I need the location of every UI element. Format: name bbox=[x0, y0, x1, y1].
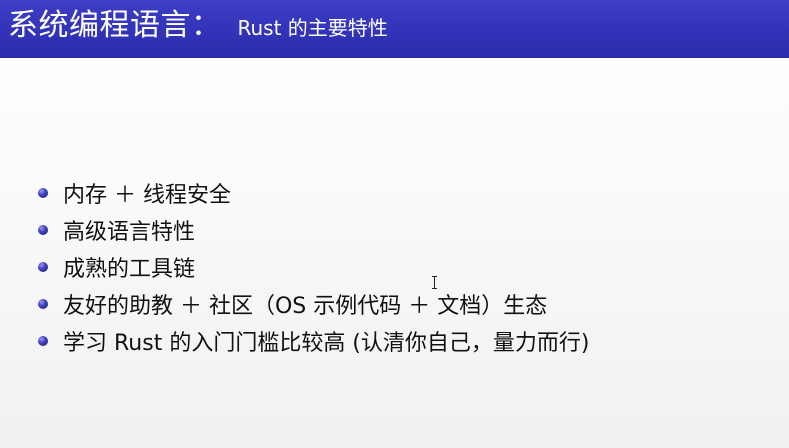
bullet-text: 成熟的工具链 bbox=[63, 256, 196, 282]
slide-title: 系统编程语言： bbox=[8, 8, 222, 43]
bullet-text: 高级语言特性 bbox=[63, 219, 196, 245]
bullet-item-learning-curve: 学习 Rust 的入门门槛比较高 (认清你自己，量力而行) bbox=[38, 322, 589, 359]
slide-title-bar: 系统编程语言： Rust 的主要特性 bbox=[0, 0, 789, 58]
bullet-text: 学习 Rust 的入门门槛比较高 (认清你自己，量力而行) bbox=[63, 330, 590, 356]
text-cursor-icon bbox=[432, 276, 438, 289]
bullet-icon bbox=[38, 335, 48, 346]
bullet-icon bbox=[38, 224, 48, 235]
bullet-text: 内存 ＋ 线程安全 bbox=[63, 182, 231, 208]
bullet-item-toolchain: 成熟的工具链 bbox=[38, 248, 589, 285]
bullet-list: 内存 ＋ 线程安全 高级语言特性 成熟的工具链 友好的助教 ＋ 社区（OS 示例… bbox=[38, 174, 589, 359]
bullet-text: 友好的助教 ＋ 社区（OS 示例代码 ＋ 文档）生态 bbox=[63, 293, 548, 319]
bullet-item-language-features: 高级语言特性 bbox=[38, 211, 589, 248]
bullet-item-memory-safety: 内存 ＋ 线程安全 bbox=[38, 174, 589, 211]
slide-subtitle: Rust 的主要特性 bbox=[237, 16, 388, 40]
bullet-icon bbox=[38, 298, 48, 309]
bullet-item-community: 友好的助教 ＋ 社区（OS 示例代码 ＋ 文档）生态 bbox=[38, 285, 589, 322]
bullet-icon bbox=[38, 261, 48, 272]
bullet-icon bbox=[38, 187, 48, 198]
